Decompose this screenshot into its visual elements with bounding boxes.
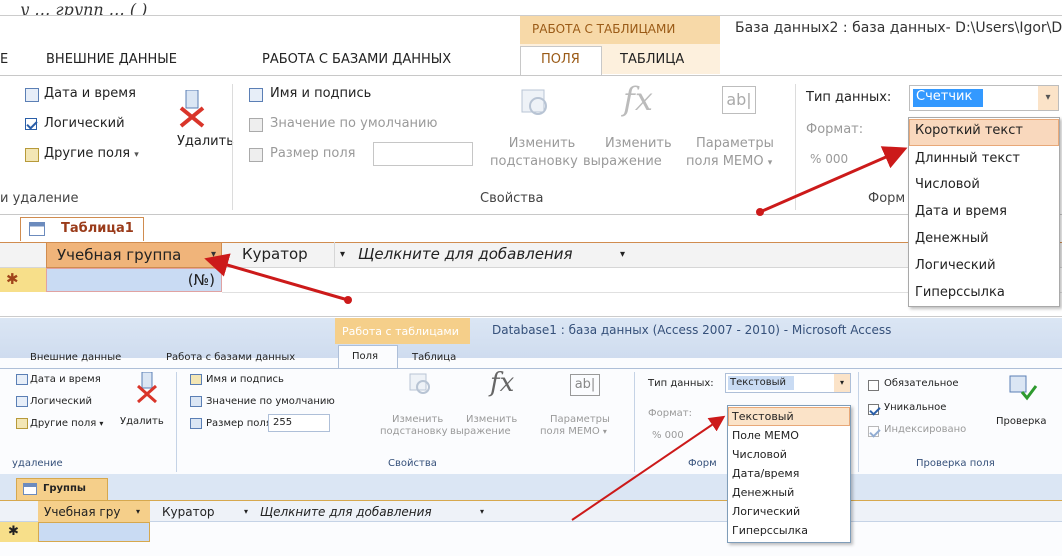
annotation-arrows bbox=[204, 146, 908, 521]
arrow-to-bottom-dropdown bbox=[571, 415, 726, 521]
arrow-tail bbox=[344, 296, 352, 304]
arrow-to-top-dropdown bbox=[759, 146, 908, 214]
arrow-tail bbox=[756, 208, 764, 216]
arrow-to-top-column bbox=[204, 253, 349, 302]
